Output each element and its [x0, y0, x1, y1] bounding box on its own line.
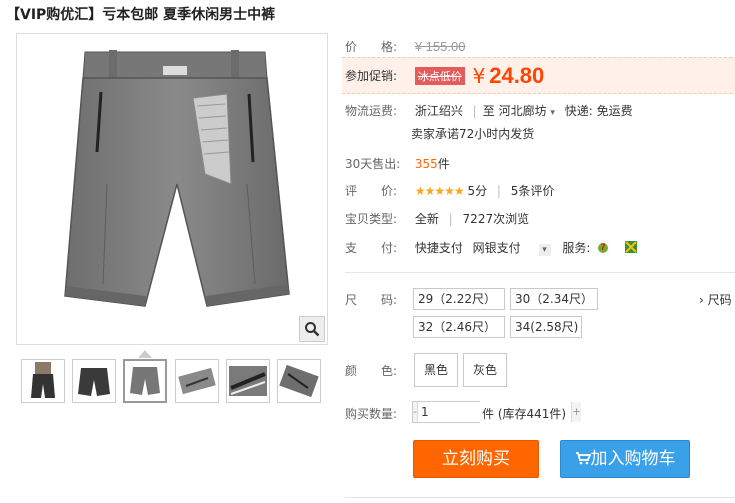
sales-count: 355 [414, 157, 438, 171]
shipping-from: 浙江绍兴 [414, 104, 463, 118]
magnifier-icon [305, 322, 320, 337]
size-option-32[interactable]: 32（2.46尺） [413, 316, 505, 338]
shipping-to-prefix: 至 [482, 104, 495, 118]
color-label: 颜 色: [345, 364, 398, 378]
price-label: 价 格: [345, 40, 398, 54]
shipping-label: 物流运费: [345, 104, 398, 118]
quantity-stepper: - + [412, 401, 582, 423]
promo-label: 参加促销: [345, 68, 398, 83]
quantity-label: 购买数量: [345, 407, 398, 421]
product-title: 【VIP购优汇】亏本包邮 夏季休闲男士中裤 [6, 7, 276, 23]
promo-price: 24.80 [489, 63, 545, 88]
svg-text:7: 7 [601, 242, 606, 252]
payment-dropdown-icon[interactable]: ▾ [538, 244, 551, 256]
rating-row: 评 价: ★★★★★ 5分 | 5条评价 [345, 184, 555, 198]
promo-badge: 冰点低价 [414, 67, 465, 85]
shipping-destination-select[interactable]: 河北廊坊 ▾ [499, 104, 555, 118]
shipping-destination: 河北廊坊 [498, 104, 547, 118]
original-price: ¥ 155.00 [414, 39, 466, 54]
rating-label: 评 价: [345, 184, 398, 198]
quantity-plus-button[interactable]: + [571, 402, 582, 422]
shipping-fee: 快递: 免运费 [564, 104, 633, 118]
size-label: 尺 码: [345, 293, 398, 307]
ship-promise: 卖家承诺72小时内发货 [411, 127, 535, 141]
add-to-cart-button[interactable]: 加入购物车 [560, 440, 690, 478]
currency-symbol: ¥ [472, 64, 486, 88]
seven-day-return-icon[interactable]: 7 [596, 240, 610, 257]
payment-bank: 网银支付 [472, 241, 521, 255]
size-row: 尺 码: [345, 291, 411, 308]
rating-stars: ★★★★★ [414, 184, 465, 198]
color-option-black[interactable]: 黑色 [414, 353, 458, 387]
thumbnail-2[interactable] [72, 359, 116, 403]
size-option-30[interactable]: 30（2.34尺） [510, 288, 598, 310]
item-condition: 全新 [414, 212, 439, 226]
stock-info: 件 (库存441件) [482, 407, 567, 421]
rating-score: 5分 [467, 184, 488, 198]
main-product-image[interactable] [16, 33, 328, 345]
thumbnail-1[interactable] [21, 359, 65, 403]
zoom-button[interactable] [299, 316, 325, 342]
price-row: 价 格: ¥ 155.00 [345, 38, 465, 55]
size-chart-link[interactable]: › 尺码 [699, 291, 732, 308]
promo-row: 参加促销: 冰点低价 ¥ 24.80 [345, 63, 544, 89]
view-count: 7227次浏览 [462, 212, 530, 226]
size-option-29[interactable]: 29（2.22尺） [413, 288, 505, 310]
sales-unit: 件 [437, 157, 450, 171]
payment-row: 支 付: 快捷支付 网银支付 ▾ 服务: 7 [345, 239, 638, 257]
add-to-cart-label: 加入购物车 [590, 449, 676, 469]
color-row: 颜 色: [345, 362, 411, 379]
divider-top [345, 272, 735, 273]
thumbnail-4[interactable] [175, 359, 219, 403]
type-row: 宝贝类型: 全新 | 7227次浏览 [345, 212, 530, 226]
reviews-link[interactable]: 5条评价 [511, 184, 555, 198]
thumbnail-5[interactable] [226, 359, 270, 403]
service-label: 服务: [562, 241, 591, 255]
sales-label: 30天售出: [345, 157, 401, 171]
chevron-down-icon: ▾ [550, 108, 555, 118]
shorts-image [64, 50, 290, 307]
payment-quick: 快捷支付 [414, 241, 463, 255]
size-option-34[interactable]: 34(2.58尺) [510, 316, 582, 338]
quantity-row: 购买数量: [345, 405, 411, 422]
buy-now-button[interactable]: 立刻购买 [413, 440, 539, 478]
divider-bottom [345, 497, 735, 498]
thumbnail-strip [20, 359, 330, 405]
thumbnail-3[interactable] [123, 359, 167, 403]
type-label: 宝贝类型: [345, 212, 398, 226]
cart-icon [575, 452, 591, 465]
thumbnail-6[interactable] [277, 359, 321, 403]
color-option-gray[interactable]: 灰色 [463, 353, 507, 387]
active-thumb-indicator [138, 350, 152, 358]
shipping-row: 物流运费: 浙江绍兴 | 至 河北廊坊 ▾ 快递: 免运费 [345, 104, 633, 118]
sales-row: 30天售出: 355件 [345, 155, 450, 172]
guarantee-icon[interactable] [624, 240, 638, 257]
payment-label: 支 付: [345, 241, 398, 255]
